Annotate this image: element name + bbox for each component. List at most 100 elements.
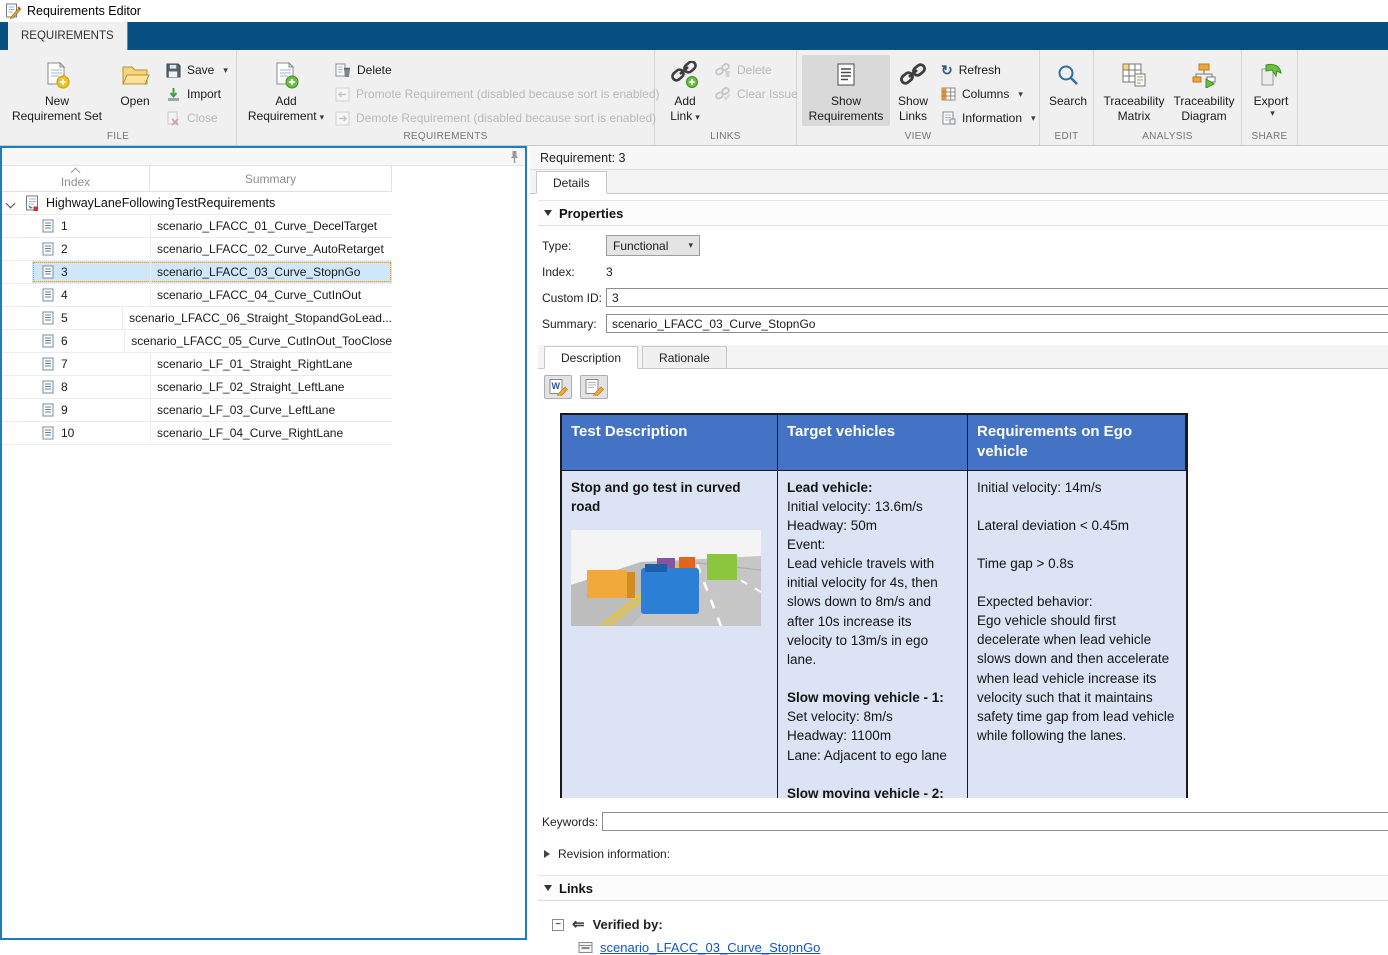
text-block: Lateral deviation < 0.45m xyxy=(977,516,1177,535)
ribbon-section-file: New Requirement Set Open Save▾ Import xyxy=(0,50,237,145)
tab-description[interactable]: Description xyxy=(544,346,638,369)
chevron-down-icon[interactable] xyxy=(6,198,16,208)
keywords-field[interactable] xyxy=(602,812,1388,831)
type-label: Type: xyxy=(542,239,606,253)
add-link-button[interactable]: Add Link▾ xyxy=(660,55,710,126)
chevron-down-icon: ▾ xyxy=(1270,109,1275,118)
clear-issue-icon xyxy=(715,87,731,101)
delete-requirement-button[interactable]: Delete xyxy=(330,58,665,82)
requirement-row[interactable]: 10 scenario_LF_04_Curve_RightLane xyxy=(2,422,392,445)
text-block: Time gap > 0.8s xyxy=(977,554,1177,573)
requirement-set-root-row[interactable]: HighwayLaneFollowingTestRequirements xyxy=(2,192,392,215)
add-requirement-button[interactable]: Add Requirement▾ xyxy=(242,55,330,126)
requirement-index: 10 xyxy=(61,426,74,440)
traceability-matrix-icon xyxy=(1121,59,1147,91)
requirement-icon xyxy=(42,242,54,256)
import-button[interactable]: Import xyxy=(161,82,233,106)
details-tab-bar: Details xyxy=(530,170,1388,194)
requirement-row[interactable]: 9 scenario_LF_03_Curve_LeftLane xyxy=(2,399,392,422)
close-button[interactable]: Close xyxy=(161,106,233,130)
app-icon xyxy=(5,3,21,19)
chevron-down-icon: ▾ xyxy=(1031,114,1036,123)
keywords-row: Keywords: xyxy=(542,812,1388,831)
demote-requirement-button[interactable]: Demote Requirement (disabled because sor… xyxy=(330,106,665,130)
requirement-row[interactable]: 1 scenario_LFACC_01_Curve_DecelTarget xyxy=(2,215,392,238)
verified-by-row: − ⇐ Verified by: xyxy=(552,917,1388,932)
edit-in-word-button[interactable]: W xyxy=(544,375,572,399)
summary-column-header[interactable]: Summary xyxy=(150,166,392,191)
show-requirements-icon xyxy=(835,59,857,91)
requirement-row[interactable]: 2 scenario_LFACC_02_Curve_AutoRetarget xyxy=(2,238,392,261)
requirement-row[interactable]: 4 scenario_LFACC_04_Curve_CutInOut xyxy=(2,284,392,307)
summary-field[interactable] xyxy=(606,314,1388,333)
information-button[interactable]: Information▾ xyxy=(936,106,1041,130)
promote-requirement-button[interactable]: Promote Requirement (disabled because so… xyxy=(330,82,665,106)
custom-id-label: Custom ID: xyxy=(542,291,606,305)
columns-button[interactable]: Columns▾ xyxy=(936,82,1041,106)
button-label: New xyxy=(45,94,69,109)
links-section-header[interactable]: Links xyxy=(538,875,1388,901)
requirement-icon xyxy=(42,403,54,417)
show-requirements-button[interactable]: Show Requirements xyxy=(802,55,890,126)
show-links-button[interactable]: Show Links xyxy=(890,55,936,126)
edit-description-button[interactable] xyxy=(580,375,608,399)
collapse-triangle-icon xyxy=(544,885,552,891)
index-column-header[interactable]: Index xyxy=(2,166,150,191)
requirement-index: 2 xyxy=(61,242,68,256)
requirement-index: 4 xyxy=(61,288,68,302)
ribbon-section-edit: Search EDIT xyxy=(1040,50,1094,145)
import-icon xyxy=(166,87,181,102)
requirement-index: 9 xyxy=(61,403,68,417)
collapse-minus-icon[interactable]: − xyxy=(552,919,564,931)
open-button[interactable]: Open xyxy=(109,55,161,111)
section-label-requirements: REQUIREMENTS xyxy=(237,131,654,145)
add-link-icon xyxy=(670,59,700,91)
collapse-triangle-icon xyxy=(544,210,552,216)
revision-information-toggle[interactable]: Revision information: xyxy=(544,847,1388,861)
custom-id-field[interactable] xyxy=(606,288,1388,307)
tab-requirements[interactable]: REQUIREMENTS xyxy=(8,22,128,50)
show-links-icon xyxy=(899,59,927,91)
section-label-analysis: ANALYSIS xyxy=(1094,131,1241,145)
verified-link-row: scenario_LFACC_03_Curve_StopnGo xyxy=(578,940,1388,955)
ribbon-section-analysis: Traceability Matrix Traceability Diagram… xyxy=(1094,50,1242,145)
edit-text-icon xyxy=(585,378,604,396)
clear-issue-button[interactable]: Clear Issue xyxy=(710,82,803,106)
properties-form: Type: Functional ▾ Index: 3 Custom ID: S… xyxy=(538,226,1388,341)
type-dropdown[interactable]: Functional ▾ xyxy=(606,235,700,256)
requirement-index: 8 xyxy=(61,380,68,394)
requirement-icon xyxy=(42,219,54,233)
verified-by-link[interactable]: scenario_LFACC_03_Curve_StopnGo xyxy=(600,940,820,955)
export-icon xyxy=(1258,59,1284,91)
text-block: Lead vehicle: Initial velocity: 13.6m/s … xyxy=(787,478,958,670)
window-title: Requirements Editor xyxy=(27,4,141,18)
expand-triangle-icon xyxy=(544,850,550,858)
pin-icon[interactable] xyxy=(510,150,519,164)
requirement-summary: scenario_LFACC_02_Curve_AutoRetarget xyxy=(157,242,384,256)
refresh-icon: ↻ xyxy=(941,63,953,77)
keywords-label: Keywords: xyxy=(542,815,602,829)
table-cell-requirements-ego: Initial velocity: 14m/s Lateral deviatio… xyxy=(968,471,1186,799)
requirement-set-icon xyxy=(24,195,40,212)
tab-details[interactable]: Details xyxy=(536,171,607,194)
requirement-row[interactable]: 6 scenario_LFACC_05_Curve_CutInOut_TooCl… xyxy=(2,330,392,353)
refresh-button[interactable]: ↻ Refresh xyxy=(936,58,1041,82)
section-label-file: FILE xyxy=(0,131,236,145)
requirement-row[interactable]: 3 scenario_LFACC_03_Curve_StopnGo xyxy=(2,261,392,284)
traceability-diagram-button[interactable]: Traceability Diagram xyxy=(1169,55,1239,126)
delete-icon xyxy=(335,63,351,78)
properties-section-header[interactable]: Properties xyxy=(538,200,1388,226)
new-requirement-set-button[interactable]: New Requirement Set xyxy=(5,55,109,126)
search-button[interactable]: Search xyxy=(1045,55,1091,111)
table-header-test-description: Test Description xyxy=(562,415,778,471)
requirement-set-name: HighwayLaneFollowingTestRequirements xyxy=(46,196,275,210)
ribbon-section-view: Show Requirements Show Links ↻ Refresh C… xyxy=(797,50,1040,145)
delete-link-button[interactable]: Delete xyxy=(710,58,803,82)
save-button[interactable]: Save▾ xyxy=(161,58,233,82)
requirement-row[interactable]: 5 scenario_LFACC_06_Straight_StopandGoLe… xyxy=(2,307,392,330)
export-button[interactable]: Export ▾ xyxy=(1247,55,1295,120)
requirement-row[interactable]: 7 scenario_LF_01_Straight_RightLane xyxy=(2,353,392,376)
tab-rationale[interactable]: Rationale xyxy=(642,346,727,369)
requirement-row[interactable]: 8 scenario_LF_02_Straight_LeftLane xyxy=(2,376,392,399)
traceability-matrix-button[interactable]: Traceability Matrix xyxy=(1099,55,1169,126)
